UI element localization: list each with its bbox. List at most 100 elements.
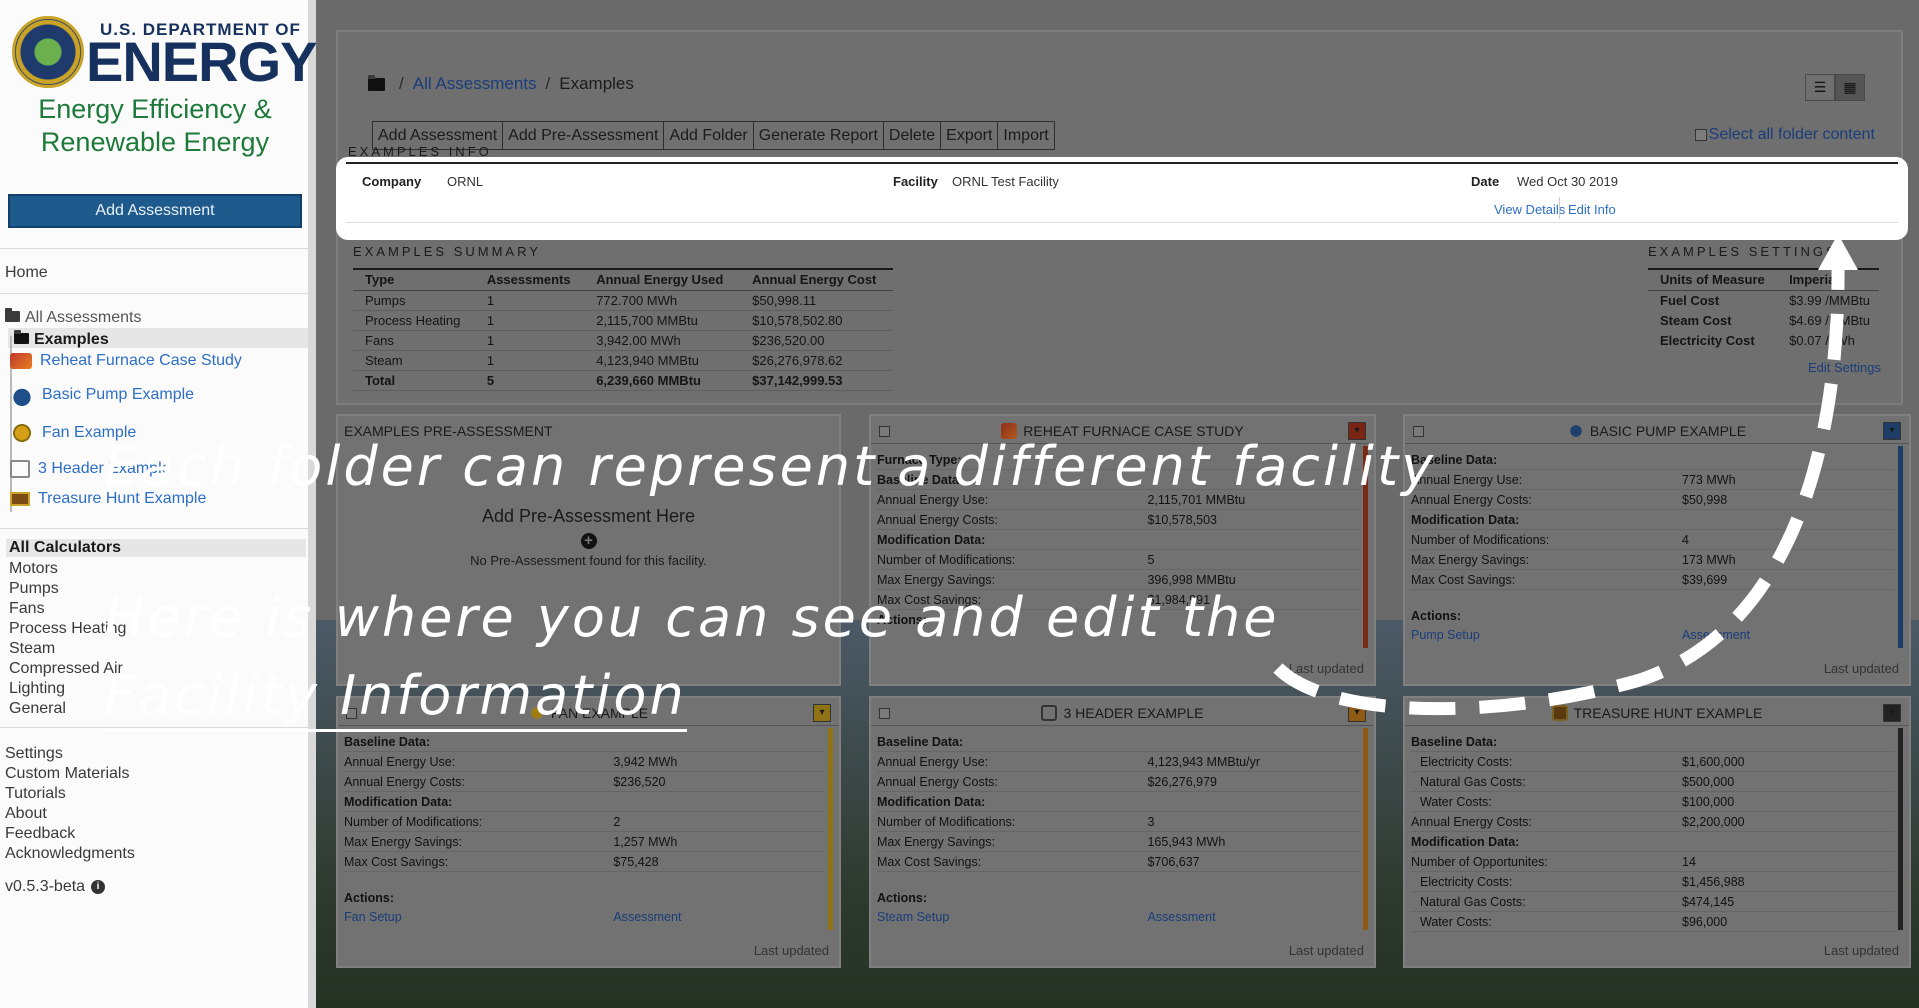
row-value: 2: [613, 814, 621, 829]
breadcrumb-all-assessments[interactable]: All Assessments: [413, 74, 537, 94]
assessment-link[interactable]: Assessment: [1147, 910, 1215, 924]
row-label: Actions:: [344, 891, 394, 905]
row-value: 773 MWh: [1682, 472, 1736, 487]
sidebar-calc-motors[interactable]: Motors: [9, 560, 58, 578]
sidebar-all-calculators[interactable]: All Calculators: [9, 539, 121, 557]
card-row: Annual Energy Costs: $50,998: [1411, 490, 1895, 510]
export-button[interactable]: Export: [940, 121, 999, 150]
card-body: Baseline Data: Electricity Costs: $1,600,…: [1411, 732, 1895, 932]
sidebar-acknowledgments-link[interactable]: Acknowledgments: [5, 845, 135, 863]
sidebar-item-reheat-furnace[interactable]: Reheat Furnace Case Study: [10, 352, 242, 370]
cell: 1: [474, 330, 585, 351]
settings-col-units: Units of Measure: [1648, 268, 1778, 291]
steam-setup-link[interactable]: Steam Setup: [877, 910, 1147, 924]
sidebar-tutorials-link[interactable]: Tutorials: [5, 785, 66, 803]
card-row: Max Energy Savings: 173 MWh: [1411, 550, 1895, 570]
cell: 1: [474, 350, 585, 371]
cell: Pumps: [353, 290, 475, 311]
row-value: 4: [1682, 532, 1689, 547]
sidebar-about-link[interactable]: About: [5, 805, 47, 823]
sidebar-calc-pumps[interactable]: Pumps: [9, 580, 59, 598]
row-value: $26,276,979: [1147, 774, 1217, 789]
sidebar-calc-steam[interactable]: Steam: [9, 640, 55, 658]
date-label: Date: [1471, 174, 1500, 189]
list-view-icon[interactable]: ☰: [1805, 74, 1835, 101]
row-label: Annual Energy Use:: [1411, 472, 1523, 487]
select-all-folder-content[interactable]: Select all folder content: [1694, 126, 1875, 144]
add-pre-assessment-heading[interactable]: Add Pre-Assessment Here: [338, 506, 839, 527]
row-value: $1,600,000: [1682, 754, 1745, 769]
sidebar-settings-link[interactable]: Settings: [5, 745, 63, 763]
row-label: Max Energy Savings:: [344, 834, 463, 849]
row-value: $500,000: [1682, 774, 1735, 789]
card-row: Modification Data:: [344, 792, 825, 812]
assessment-card-treasure-hunt[interactable]: TREASURE HUNT EXAMPLE ▾ Baseline Data: E…: [1403, 696, 1911, 968]
examples-summary-table: Type Assessments Annual Energy Used Annu…: [353, 268, 893, 391]
add-circle-icon[interactable]: +: [580, 533, 597, 549]
doe-logo[interactable]: U.S. DEPARTMENT OF ENERGY: [12, 14, 317, 90]
sidebar-divider: [0, 248, 310, 249]
delete-button[interactable]: Delete: [882, 121, 942, 150]
summary-col-energy-cost: Annual Energy Cost: [740, 268, 893, 291]
card-header: TREASURE HUNT EXAMPLE ▾: [1405, 698, 1909, 726]
table-row: Process Heating 1 2,115,700 MMBtu $10,578,5…: [353, 310, 893, 331]
table-row: Steam Cost $4.69 /MMBtu: [1648, 310, 1879, 330]
row-value: 396,998 MMBtu: [1147, 572, 1236, 587]
sidebar-custom-materials-link[interactable]: Custom Materials: [5, 765, 129, 783]
sidebar-all-assessments-link[interactable]: All Assessments: [5, 308, 141, 327]
select-all-checkbox[interactable]: [1694, 129, 1707, 141]
card-row: Baseline Data:: [877, 732, 1360, 752]
annotation-facility-information: Facility Information: [104, 664, 687, 732]
grid-view-icon[interactable]: ▦: [1835, 74, 1865, 101]
assessment-link[interactable]: Assessment: [613, 910, 681, 924]
edit-info-link[interactable]: Edit Info: [1568, 202, 1616, 217]
assessment-card-3-header[interactable]: 3 HEADER EXAMPLE ▾ Baseline Data: Annual…: [869, 696, 1376, 968]
company-value: ORNL: [447, 174, 484, 189]
row-label: Natural Gas Costs:: [1420, 774, 1526, 789]
sidebar-home-link[interactable]: Home: [5, 264, 48, 282]
import-button[interactable]: Import: [997, 121, 1055, 150]
pump-setup-link[interactable]: Pump Setup: [1411, 628, 1682, 642]
card-row: Baseline Data:: [1411, 450, 1895, 470]
card-menu-toggle[interactable]: ▾: [1883, 704, 1901, 722]
annotation-folder-facility: Each folder can represent a different fa…: [104, 435, 1437, 498]
sidebar-calc-lighting[interactable]: Lighting: [9, 680, 65, 698]
card-row: Electricity Costs: $1,456,988: [1411, 872, 1895, 892]
cell: 1: [474, 290, 585, 311]
cell: $26,276,978.62: [740, 350, 893, 371]
sidebar-calc-fans[interactable]: Fans: [9, 600, 45, 618]
no-pre-assessment-text: No Pre-Assessment found for this facilit…: [470, 553, 707, 568]
assessment-card-basic-pump[interactable]: BASIC PUMP EXAMPLE ▾ Baseline Data: Annu…: [1403, 414, 1911, 686]
add-folder-button[interactable]: Add Folder: [663, 121, 754, 150]
sidebar-current-folder[interactable]: Examples: [14, 330, 109, 349]
row-label: Number of Modifications:: [344, 814, 483, 829]
generate-report-button[interactable]: Generate Report: [752, 121, 884, 150]
doe-seal-icon: [12, 16, 84, 88]
card-row: Max Cost Savings: $75,428: [344, 852, 825, 872]
card-row: Max Cost Savings: $706,637: [877, 852, 1360, 872]
row-value: $10,578,503: [1147, 512, 1217, 527]
card-menu-toggle[interactable]: ▾: [1883, 422, 1901, 440]
card-header: 3 HEADER EXAMPLE ▾: [871, 698, 1374, 726]
fan-setup-link[interactable]: Fan Setup: [344, 910, 613, 924]
sidebar-item-basic-pump[interactable]: Basic Pump Example: [10, 383, 194, 407]
card-menu-toggle[interactable]: ▾: [1348, 704, 1366, 722]
sidebar-calc-general[interactable]: General: [9, 700, 66, 718]
edit-settings-link[interactable]: Edit Settings: [1808, 360, 1881, 375]
assessment-card-fan[interactable]: FAN EXAMPLE ▾ Baseline Data: Annual Ener…: [336, 696, 841, 968]
card-menu-toggle[interactable]: ▾: [813, 704, 831, 722]
info-icon[interactable]: i: [91, 880, 106, 894]
row-label: Max Energy Savings:: [1411, 552, 1530, 567]
view-details-link[interactable]: View Details: [1494, 202, 1565, 217]
sidebar-feedback-link[interactable]: Feedback: [5, 825, 75, 843]
assessment-link[interactable]: Assessment: [1682, 628, 1750, 642]
row-label: Modification Data:: [877, 794, 986, 809]
pump-icon: [10, 383, 34, 407]
furnace-icon: [10, 353, 32, 369]
add-pre-assessment-button[interactable]: Add Pre-Assessment: [502, 121, 665, 150]
sidebar-version: v0.5.3-beta i: [5, 878, 106, 896]
cell: Fuel Cost: [1660, 292, 1720, 308]
sidebar-divider: [0, 528, 310, 529]
sidebar-add-assessment-button[interactable]: Add Assessment: [8, 194, 302, 228]
row-label: Number of Modifications:: [877, 814, 1016, 829]
